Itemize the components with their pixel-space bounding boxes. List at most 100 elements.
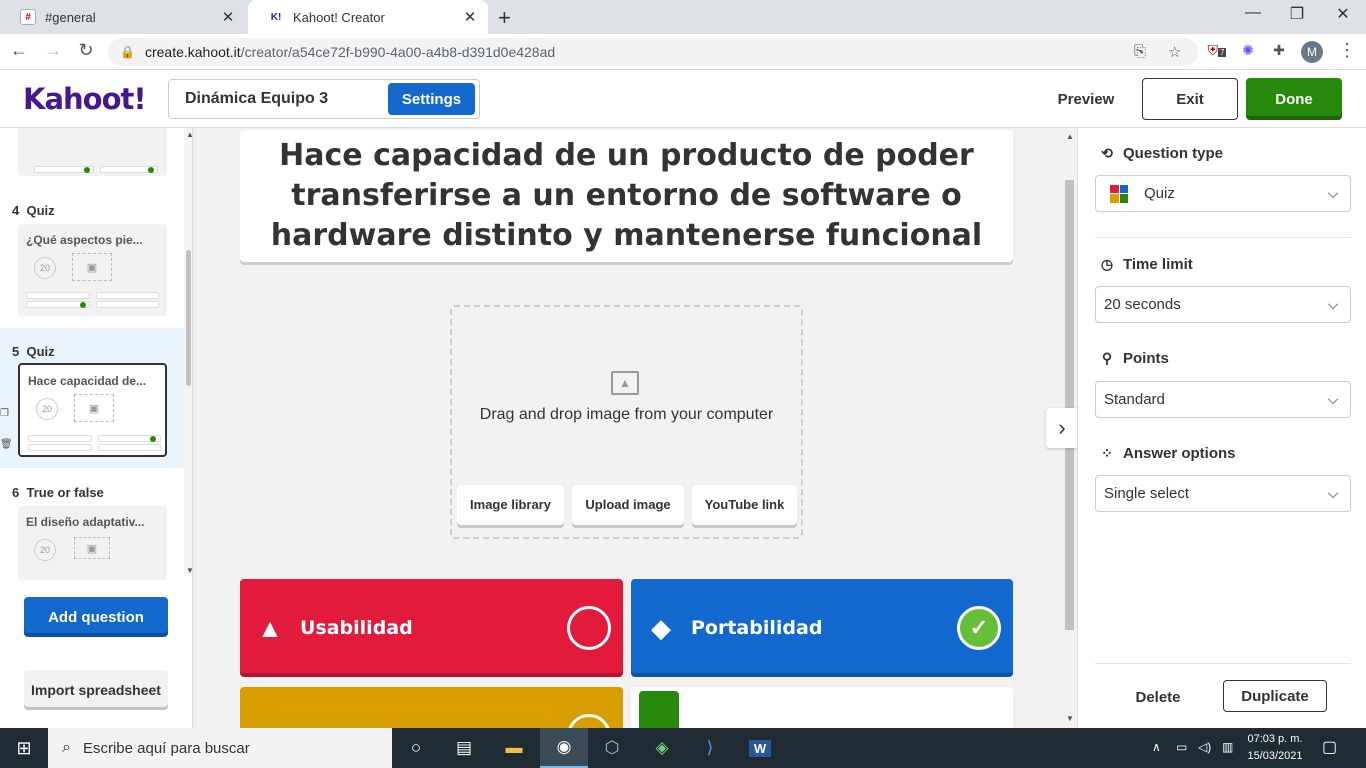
taskbar-search[interactable]: ⌕ Escribe aquí para buscar	[48, 728, 392, 768]
menu-kebab-icon[interactable]: ⋮	[1338, 40, 1356, 61]
question-type-select[interactable]: Quiz ⌵	[1095, 175, 1351, 212]
bookmark-star-icon[interactable]: ☆	[1168, 43, 1181, 61]
extension-icon[interactable]: ✺	[1238, 42, 1258, 59]
slide-label: 5 Quiz	[12, 344, 55, 359]
search-placeholder: Escribe aquí para buscar	[82, 739, 250, 757]
points-select[interactable]: Standard ⌵	[1095, 381, 1351, 418]
tray-chevron-icon[interactable]: ∧	[1152, 740, 1161, 754]
cortana-icon[interactable]: ○	[392, 728, 440, 768]
duplicate-button[interactable]: Duplicate	[1223, 680, 1327, 712]
delete-slide-icon[interactable]: 🗑	[0, 439, 13, 450]
slide-thumbnail[interactable]	[18, 128, 167, 176]
window-close-icon[interactable]: ✕	[1331, 4, 1355, 24]
answer-option-4[interactable]: ■	[631, 687, 1013, 728]
new-tab-button[interactable]: +	[498, 5, 511, 31]
ublock-extension-icon[interactable]: ⛨ 7	[1207, 42, 1227, 59]
time-limit-select[interactable]: 20 seconds ⌵	[1095, 286, 1351, 323]
duplicate-slide-icon[interactable]: ❐	[0, 408, 9, 419]
restore-icon[interactable]: ❐	[1285, 4, 1309, 24]
system-clock[interactable]: 07:03 p. m. 15/03/2021	[1240, 731, 1310, 765]
done-button[interactable]: Done	[1246, 78, 1342, 120]
close-icon[interactable]: ✕	[220, 8, 236, 26]
virtualbox-icon[interactable]: ⬡	[588, 728, 636, 768]
battery-icon[interactable]: ▭	[1176, 740, 1187, 754]
slide-thumbnail[interactable]: ¿Qué aspectos pie... 20 ▣	[18, 224, 167, 316]
answer-text[interactable]: Portabilidad	[691, 617, 957, 639]
answer-options-select[interactable]: Single select ⌵	[1095, 475, 1351, 512]
file-explorer-icon[interactable]: ▬	[490, 728, 538, 768]
slide-item-5[interactable]: 5 Quiz ❐ 🗑 Hace capacidad de... 20 ▣	[0, 328, 184, 468]
slides-sidebar: 4 Quiz ¿Qué aspectos pie... 20 ▣ 5 Quiz …	[0, 128, 193, 728]
answer-options-heading: ⁘ Answer options	[1098, 445, 1235, 462]
youtube-link-button[interactable]: YouTube link	[692, 485, 797, 525]
minimize-icon[interactable]: —	[1241, 4, 1265, 22]
android-studio-icon[interactable]: ◈	[638, 728, 686, 768]
correct-dot	[148, 167, 154, 173]
puzzle-extensions-icon[interactable]: ✚	[1269, 42, 1289, 59]
browser-tabstrip: # #general ✕ K! Kahoot! Creator ✕ + — ❐ …	[0, 0, 1366, 34]
answer-option-1[interactable]: ▲ Usabilidad	[240, 579, 623, 677]
scroll-down-icon[interactable]: ▼	[186, 566, 192, 575]
correct-toggle[interactable]	[567, 714, 611, 728]
answer-bar	[26, 292, 90, 299]
delete-button[interactable]: Delete	[1118, 681, 1198, 713]
notifications-icon[interactable]: ▢	[1322, 737, 1337, 757]
import-spreadsheet-button[interactable]: Import spreadsheet	[24, 670, 168, 710]
kahoot-title: Dinámica Equipo 3	[185, 90, 329, 107]
chrome-icon[interactable]: ◉	[540, 728, 588, 768]
tab-kahoot-creator[interactable]: K! Kahoot! Creator ✕	[248, 0, 488, 34]
answer-option-2[interactable]: ◆ Portabilidad ✓	[631, 579, 1013, 677]
correct-toggle[interactable]: ✓	[957, 606, 1001, 650]
upload-image-button[interactable]: Upload image	[572, 485, 684, 525]
answer-option-3[interactable]: ●	[240, 687, 623, 728]
scrollbar-thumb[interactable]	[186, 250, 191, 386]
sidebar-scrollbar[interactable]	[184, 128, 192, 576]
slide-label: 6 True or false	[12, 485, 104, 500]
add-question-button[interactable]: Add question	[24, 597, 168, 637]
image-library-button[interactable]: Image library	[457, 485, 564, 525]
url-host: create.kahoot.it	[144, 44, 241, 60]
answer-text[interactable]: Usabilidad	[300, 617, 567, 639]
chevron-down-icon: ⌵	[1327, 185, 1339, 201]
word-icon[interactable]: W	[736, 728, 784, 768]
question-text[interactable]: Hace capacidad de un producto de poder t…	[240, 130, 1013, 262]
vscode-icon[interactable]: ⟩	[686, 728, 734, 768]
slide-thumbnail[interactable]: Hace capacidad de... 20 ▣	[18, 363, 167, 457]
translate-icon[interactable]: ⎘	[1134, 43, 1146, 60]
url-bar[interactable]: 🔒 create.kahoot.it/creator/a54ce72f-b990…	[108, 38, 1198, 66]
checkmark-icon: ✓	[969, 615, 989, 640]
reload-icon[interactable]: ↻	[75, 40, 97, 61]
scrollbar-thumb[interactable]	[1065, 180, 1074, 630]
back-icon[interactable]: ←	[8, 40, 30, 61]
network-icon[interactable]: ▥	[1222, 740, 1233, 754]
volume-icon[interactable]: ◁)	[1198, 740, 1211, 754]
media-dropzone[interactable]: ▲ Drag and drop image from your computer…	[450, 305, 803, 539]
scroll-up-icon[interactable]: ▲	[186, 130, 192, 139]
slide-item-4[interactable]: 4 Quiz ¿Qué aspectos pie... 20 ▣	[0, 192, 184, 328]
settings-button[interactable]: Settings	[388, 83, 475, 115]
slide-title: Hace capacidad de...	[28, 374, 147, 388]
kahoot-logo[interactable]: Kahoot!	[23, 82, 147, 116]
kahoot-favicon-icon: K!	[270, 11, 282, 23]
preview-button[interactable]: Preview	[1040, 80, 1132, 118]
correct-dot	[150, 436, 156, 442]
correct-toggle[interactable]	[567, 606, 611, 650]
collapse-panel-chevron-icon[interactable]: ›	[1046, 408, 1077, 448]
tab-general[interactable]: # #general ✕	[0, 0, 246, 34]
slide-title: ¿Qué aspectos pie...	[26, 233, 143, 247]
scroll-up-icon[interactable]: ▲	[1066, 132, 1074, 141]
exit-button[interactable]: Exit	[1142, 78, 1238, 120]
windows-start-icon[interactable]: ⊞	[0, 728, 48, 768]
close-icon[interactable]: ✕	[462, 8, 478, 26]
slide-thumbnail[interactable]: El diseño adaptativ... 20 ▣	[18, 506, 167, 580]
slide-item-6[interactable]: 6 True or false El diseño adaptativ... 2…	[0, 468, 184, 580]
divider	[1095, 237, 1351, 238]
scroll-down-icon[interactable]: ▼	[1066, 714, 1074, 723]
correct-dot	[80, 302, 86, 308]
kahoot-title-box[interactable]: Dinámica Equipo 3 Settings	[168, 79, 480, 119]
task-view-icon[interactable]: ▤	[440, 728, 488, 768]
avatar[interactable]: M	[1301, 41, 1323, 63]
forward-icon[interactable]: →	[42, 40, 64, 61]
answer-bar	[98, 444, 161, 451]
correct-dot	[84, 167, 90, 173]
